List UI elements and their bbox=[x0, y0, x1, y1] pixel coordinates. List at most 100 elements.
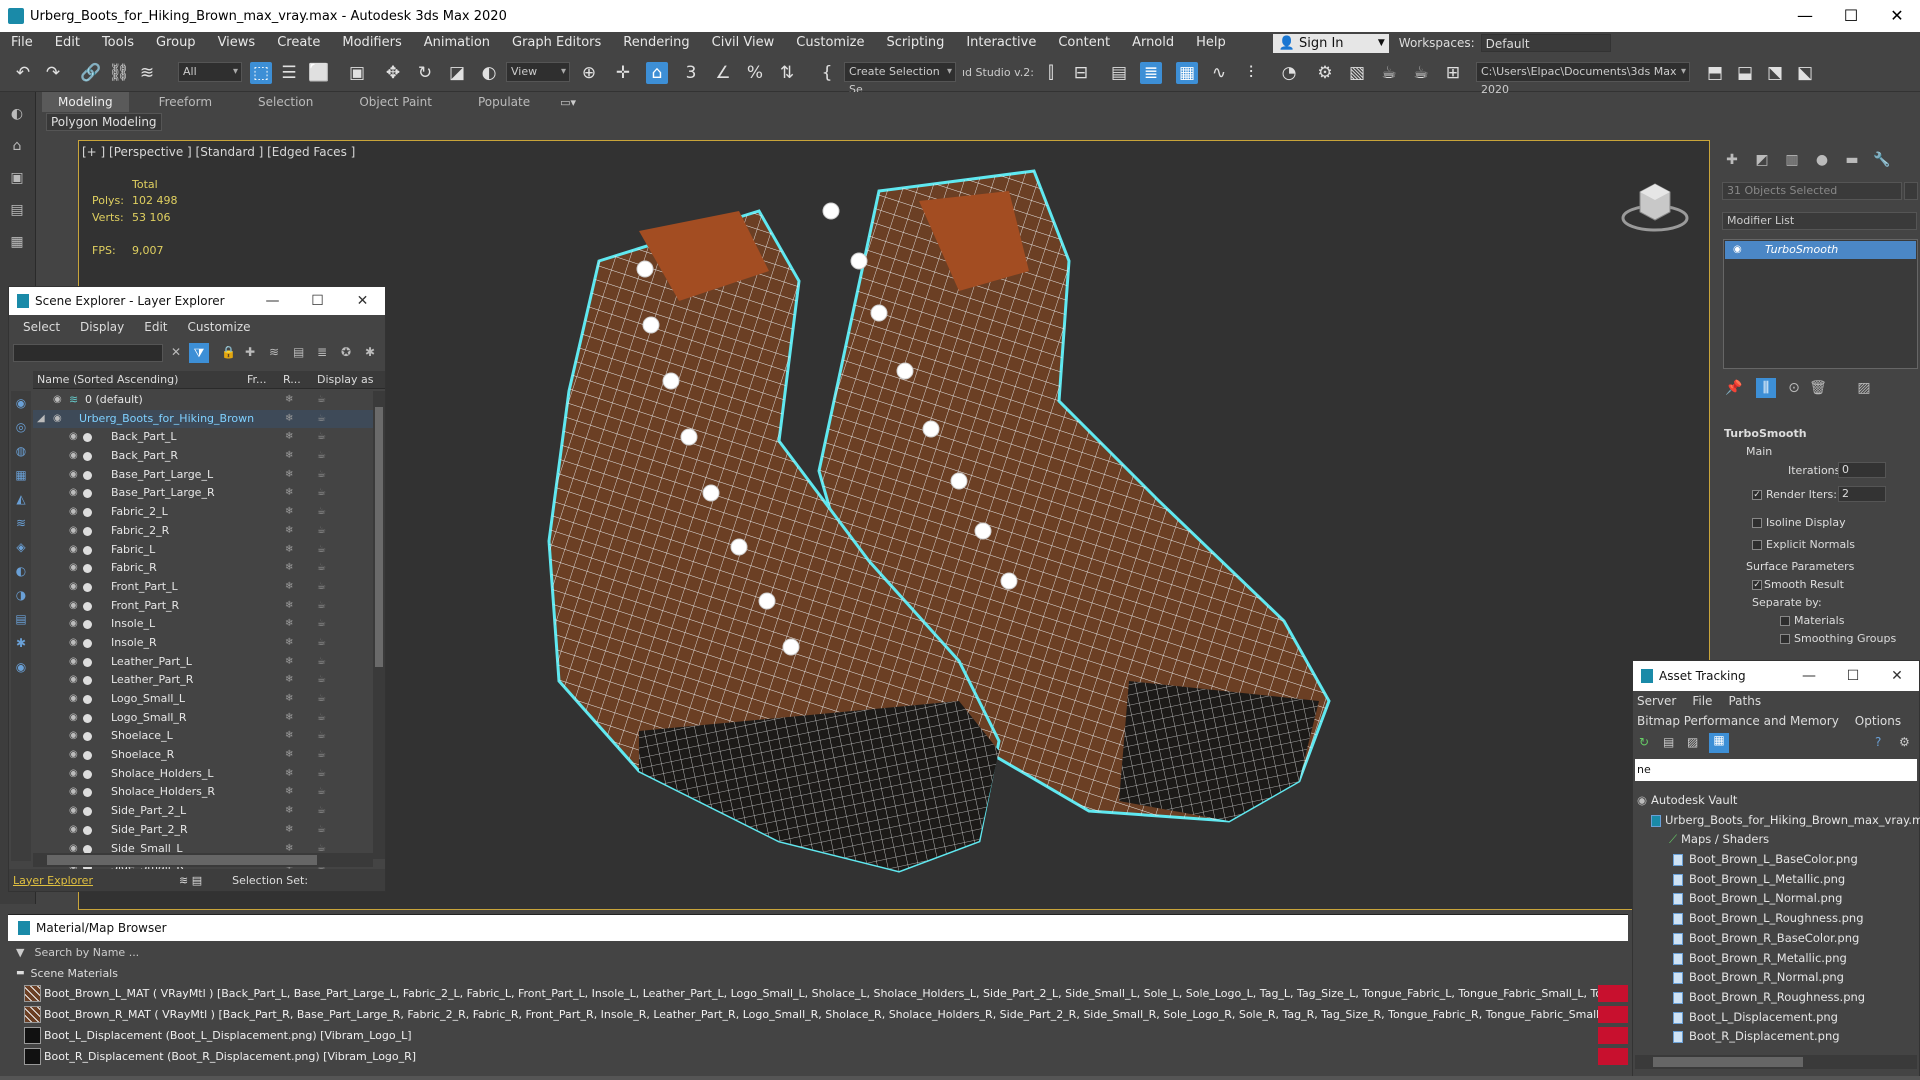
render-icon[interactable]: ☕ bbox=[317, 391, 326, 410]
scale-icon[interactable]: ◪ bbox=[446, 62, 468, 84]
object-row[interactable]: ◉ Back_Part_L ❄ ☕ bbox=[33, 428, 375, 447]
render-iterative-icon[interactable]: ☕ bbox=[1410, 62, 1432, 84]
menu-edit[interactable]: Edit bbox=[44, 32, 91, 54]
close-button[interactable]: ✕ bbox=[340, 293, 385, 309]
menu-arnold[interactable]: Arnold bbox=[1121, 32, 1185, 54]
freeze-icon[interactable]: ❄ bbox=[285, 466, 293, 485]
material-row[interactable]: Boot_R_Displacement (Boot_R_Displacement… bbox=[8, 1046, 1628, 1067]
placement-icon[interactable]: ◐ bbox=[478, 62, 500, 84]
map-file-row[interactable]: Boot_L_Displacement.png bbox=[1633, 1008, 1919, 1028]
object-row[interactable]: ◉ Sholace_Holders_R ❄ ☕ bbox=[33, 783, 375, 802]
freeze-icon[interactable]: ❄ bbox=[285, 410, 293, 429]
freeze-icon[interactable]: ❄ bbox=[285, 615, 293, 634]
configure-sets-icon[interactable]: ▨ bbox=[1854, 378, 1874, 398]
render-icon[interactable]: ☕ bbox=[317, 615, 326, 634]
object-row[interactable]: ◉ Base_Part_Large_L ❄ ☕ bbox=[33, 466, 375, 485]
horizontal-scrollbar[interactable] bbox=[33, 853, 373, 867]
menu-rendering[interactable]: Rendering bbox=[612, 32, 700, 54]
ribbon-options-icon[interactable]: ▭▾ bbox=[560, 96, 576, 109]
table-icon[interactable]: ▦ bbox=[1709, 733, 1729, 753]
layer-icon[interactable]: ▤ bbox=[7, 200, 27, 220]
make-unique-icon[interactable]: ⊙ bbox=[1784, 378, 1804, 398]
vertical-scrollbar[interactable] bbox=[373, 391, 385, 859]
angle-snap-icon[interactable]: ∠ bbox=[712, 62, 734, 84]
materials-checkbox[interactable] bbox=[1780, 616, 1790, 626]
menu-file[interactable]: File bbox=[0, 32, 44, 54]
map-file-row[interactable]: Boot_Brown_R_Metallic.png bbox=[1633, 949, 1919, 969]
map-file-row[interactable]: Boot_Brown_R_BaseColor.png bbox=[1633, 929, 1919, 949]
chevron-down-icon[interactable]: ▼ bbox=[16, 946, 24, 959]
freeze-icon[interactable]: ❄ bbox=[285, 821, 293, 840]
render-icon[interactable]: ☕ bbox=[317, 466, 326, 485]
rollout-title[interactable]: TurboSmooth bbox=[1724, 427, 1807, 440]
col-frozen[interactable]: Fr... bbox=[247, 373, 283, 386]
object-row[interactable]: ◉ Shoelace_L ❄ ☕ bbox=[33, 727, 375, 746]
render-icon[interactable]: ☕ bbox=[317, 597, 326, 616]
freeze-icon[interactable]: ❄ bbox=[285, 597, 293, 616]
explorer-side-icons[interactable]: ◉ ◎ ◍ ▦ ◭ ≋ ◈ ◐ ◑ ▤ ✱ ◉ bbox=[11, 391, 31, 679]
object-row[interactable]: ◉ Insole_R ❄ ☕ bbox=[33, 634, 375, 653]
explicit-normals-checkbox[interactable] bbox=[1752, 540, 1762, 550]
freeze-icon[interactable]: ❄ bbox=[285, 746, 293, 765]
spinner-snap-icon[interactable]: ⇅ bbox=[776, 62, 798, 84]
modifier-list-dropdown[interactable]: Modifier List bbox=[1722, 212, 1917, 230]
snap-toggle-icon[interactable]: 3 bbox=[680, 62, 702, 84]
map-file-row[interactable]: Boot_Brown_L_Roughness.png bbox=[1633, 909, 1919, 929]
tab-object-paint[interactable]: Object Paint bbox=[343, 92, 448, 112]
rect-selection-icon[interactable]: ⬜ bbox=[308, 62, 330, 84]
eye-icon[interactable]: ◉ bbox=[69, 559, 78, 578]
render-icon[interactable]: ☕ bbox=[317, 709, 326, 728]
polygon-modeling-panel[interactable]: Polygon Modeling bbox=[46, 113, 162, 131]
material-row[interactable]: Boot_Brown_L_MAT ( VRayMtl ) [Back_Part_… bbox=[8, 983, 1628, 1004]
viewcube-icon[interactable] bbox=[1620, 170, 1690, 240]
col-display-as[interactable]: Display as bbox=[317, 373, 374, 386]
tab-selection[interactable]: Selection bbox=[242, 92, 329, 112]
menu-civil-view[interactable]: Civil View bbox=[701, 32, 786, 54]
iterations-spinner[interactable]: 0 bbox=[1838, 462, 1886, 478]
col-name[interactable]: Name (Sorted Ascending) bbox=[33, 373, 247, 386]
object-row[interactable]: ◉ Leather_Part_L ❄ ☕ bbox=[33, 653, 375, 672]
material-search[interactable]: ▼ Search by Name ... bbox=[8, 941, 1628, 963]
maximize-button[interactable]: ☐ bbox=[1831, 668, 1875, 684]
maximize-button[interactable]: ☐ bbox=[1828, 0, 1874, 32]
display-tab-icon[interactable]: ▬ bbox=[1842, 150, 1862, 170]
viewport-layout-icon[interactable]: ◐ bbox=[7, 104, 27, 124]
list-icon[interactable]: ▤ bbox=[1663, 735, 1674, 749]
object-row[interactable]: ◉ Fabric_R ❄ ☕ bbox=[33, 559, 375, 578]
render-icon[interactable]: ☕ bbox=[317, 578, 326, 597]
utilities-tab-icon[interactable]: 🔧 bbox=[1872, 150, 1892, 170]
layer-explorer-icon[interactable]: ≣ bbox=[1140, 62, 1162, 84]
object-row[interactable]: ◉ Front_Part_R ❄ ☕ bbox=[33, 597, 375, 616]
object-row[interactable]: ◉ Shoelace_R ❄ ☕ bbox=[33, 746, 375, 765]
object-row[interactable]: ◉ Base_Part_Large_R ❄ ☕ bbox=[33, 484, 375, 503]
object-row[interactable]: ◉ Logo_Small_L ❄ ☕ bbox=[33, 690, 375, 709]
set-project-icon[interactable]: ⬓ bbox=[1734, 62, 1756, 84]
object-color-swatch[interactable] bbox=[1904, 182, 1918, 200]
expand-icon[interactable]: ◢ bbox=[37, 410, 45, 429]
thumbnail-icon[interactable]: ▨ bbox=[1687, 735, 1698, 749]
bind-spacewarp-icon[interactable]: ≋ bbox=[136, 62, 158, 84]
container-icon[interactable]: ⌂ bbox=[7, 136, 27, 156]
new-project-icon[interactable]: ⬔ bbox=[1764, 62, 1786, 84]
grid-icon[interactable]: ▦ bbox=[7, 232, 27, 252]
object-row[interactable]: ◉ Logo_Small_R ❄ ☕ bbox=[33, 709, 375, 728]
motion-tab-icon[interactable]: ● bbox=[1812, 150, 1832, 170]
mirror-icon[interactable]: ⫿ bbox=[1040, 62, 1062, 84]
eye-icon[interactable]: ◉ bbox=[69, 709, 78, 728]
material-row[interactable]: Boot_L_Displacement (Boot_L_Displacement… bbox=[8, 1025, 1628, 1046]
max-file-row[interactable]: Urberg_Boots_for_Hiking_Brown_max_vray.m… bbox=[1633, 811, 1920, 831]
eye-icon[interactable]: ◉ bbox=[53, 391, 62, 410]
menu-edit[interactable]: Edit bbox=[144, 320, 167, 334]
render-icon[interactable]: ☕ bbox=[317, 541, 326, 560]
object-row[interactable]: ◉ Insole_L ❄ ☕ bbox=[33, 615, 375, 634]
freeze-icon[interactable]: ❄ bbox=[285, 484, 293, 503]
object-row[interactable]: ◉ Fabric_2_L ❄ ☕ bbox=[33, 503, 375, 522]
hierarchy-tab-icon[interactable]: ▥ bbox=[1782, 150, 1802, 170]
filter-icon[interactable]: ⧩ bbox=[189, 343, 209, 363]
close-button[interactable]: ✕ bbox=[1875, 668, 1919, 684]
map-file-row[interactable]: Boot_Brown_R_Roughness.png bbox=[1633, 988, 1919, 1008]
eye-icon[interactable]: ◉ bbox=[69, 578, 78, 597]
isoline-checkbox[interactable] bbox=[1752, 518, 1762, 528]
menu-views[interactable]: Views bbox=[207, 32, 267, 54]
undo-icon[interactable]: ↶ bbox=[12, 62, 34, 84]
